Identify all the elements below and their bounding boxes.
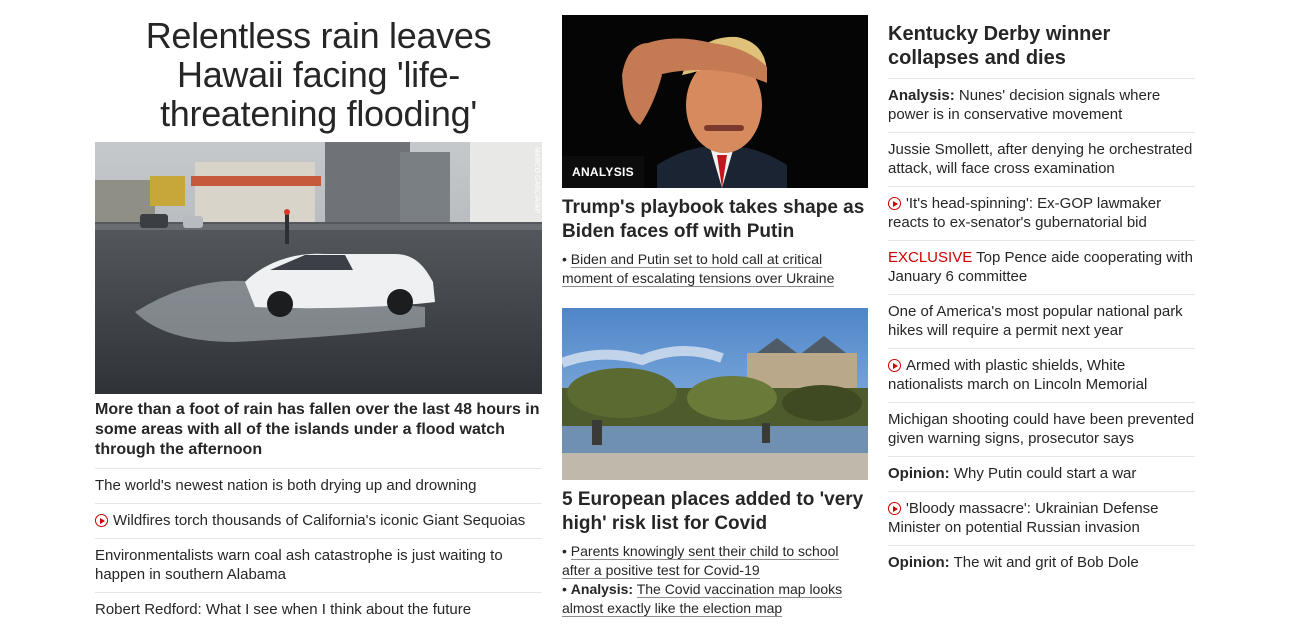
- lead-story: Relentless rain leaves Hawaii facing 'li…: [95, 12, 542, 618]
- lead-headline[interactable]: Relentless rain leaves Hawaii facing 'li…: [95, 12, 542, 133]
- exclusive-label: EXCLUSIVE: [888, 249, 973, 266]
- photo-credit: MARCO GARCIA/AP: [533, 147, 540, 213]
- headline-list: Analysis: Nunes' decision signals where …: [888, 78, 1195, 580]
- related-link[interactable]: • Parents knowingly sent their child to …: [562, 542, 868, 580]
- story-title[interactable]: 5 European places added to 'very high' r…: [562, 488, 868, 536]
- list-item[interactable]: 'Bloody massacre': Ukrainian Defense Min…: [888, 491, 1195, 545]
- list-item[interactable]: Jussie Smollett, after denying he orches…: [888, 132, 1195, 186]
- list-item[interactable]: Environmentalists warn coal ash catastro…: [95, 538, 542, 592]
- list-item[interactable]: One of America's most popular national p…: [888, 294, 1195, 348]
- play-icon: [95, 514, 108, 527]
- play-icon: [888, 197, 901, 210]
- top-story-title[interactable]: Kentucky Derby winner collapses and dies: [888, 22, 1195, 70]
- play-icon: [888, 502, 901, 515]
- story-card-covid: 5 European places added to 'very high' r…: [562, 308, 868, 618]
- list-item[interactable]: Opinion: Why Putin could start a war: [888, 456, 1195, 491]
- list-item[interactable]: 'It's head-spinning': Ex-GOP lawmaker re…: [888, 186, 1195, 240]
- paris-garden-photo: [562, 308, 868, 480]
- list-item[interactable]: Armed with plastic shields, White nation…: [888, 348, 1195, 402]
- list-item[interactable]: Wildfires torch thousands of California'…: [95, 503, 542, 538]
- lead-story-caption[interactable]: More than a foot of rain has fallen over…: [95, 400, 542, 460]
- story-image-covid[interactable]: [562, 308, 868, 480]
- related-link[interactable]: • Analysis: The Covid vaccination map lo…: [562, 580, 868, 618]
- story-card-trump: ANALYSIS Trump's playbook takes shape as…: [562, 15, 868, 288]
- list-item[interactable]: EXCLUSIVE Top Pence aide cooperating wit…: [888, 240, 1195, 294]
- list-item[interactable]: Opinion: The wit and grit of Bob Dole: [888, 545, 1195, 580]
- middle-column: ANALYSIS Trump's playbook takes shape as…: [562, 15, 868, 617]
- list-item[interactable]: Michigan shooting could have been preven…: [888, 402, 1195, 456]
- list-item[interactable]: Analysis: Nunes' decision signals where …: [888, 78, 1195, 132]
- story-image-trump[interactable]: ANALYSIS: [562, 15, 868, 188]
- story-title[interactable]: Trump's playbook takes shape as Biden fa…: [562, 196, 868, 244]
- play-icon: [888, 359, 901, 372]
- flooded-street-photo: MARCO GARCIA/AP: [95, 142, 542, 394]
- lead-related-list: The world's newest nation is both drying…: [95, 468, 542, 627]
- list-item[interactable]: The world's newest nation is both drying…: [95, 468, 542, 503]
- analysis-badge: ANALYSIS: [562, 156, 644, 188]
- list-item[interactable]: Robert Redford: What I see when I think …: [95, 592, 542, 627]
- right-column: Kentucky Derby winner collapses and dies…: [888, 22, 1195, 580]
- related-link[interactable]: • Biden and Putin set to hold call at cr…: [562, 250, 868, 288]
- lead-story-image[interactable]: MARCO GARCIA/AP: [95, 142, 542, 394]
